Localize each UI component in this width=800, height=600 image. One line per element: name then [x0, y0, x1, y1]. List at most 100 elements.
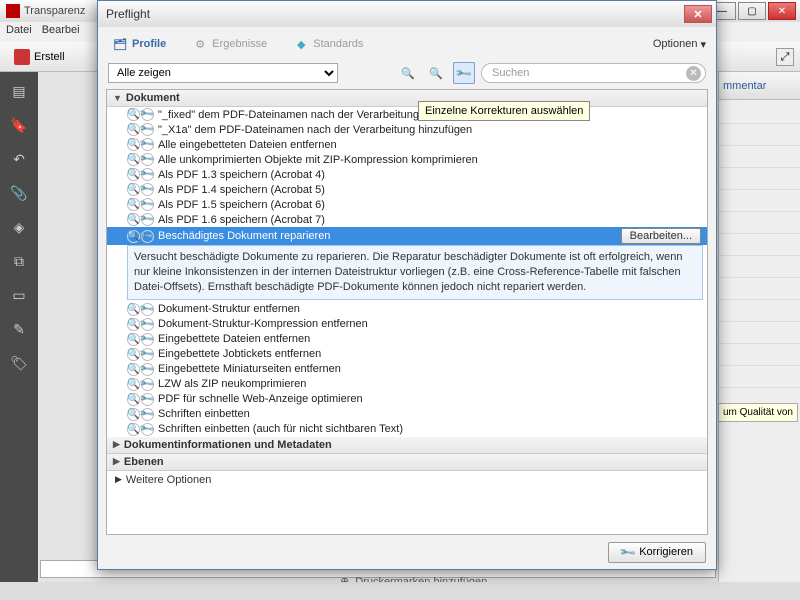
group-docinfo[interactable]: ▶ Dokumentinformationen und Metadaten: [107, 437, 707, 454]
fixup-item-icons: 🔍🔧: [127, 213, 154, 226]
magnifier-icon: 🔍: [127, 183, 140, 196]
show-filter-select[interactable]: Alle zeigen: [108, 63, 338, 83]
comment-tab[interactable]: mmentar: [719, 72, 800, 100]
expand-icon[interactable]: ⤢: [776, 48, 794, 66]
list-item[interactable]: [719, 278, 800, 300]
fixup-item-icons: 🔍🔧: [127, 153, 154, 166]
chevron-down-icon: ▼: [113, 93, 122, 103]
tag-icon[interactable]: 🏷: [10, 354, 28, 372]
list-item[interactable]: [719, 256, 800, 278]
fixup-item-label: PDF für schnelle Web-Anzeige optimieren: [158, 393, 363, 405]
fixup-item-icons: 🔍🔧: [127, 230, 154, 243]
list-item[interactable]: [719, 322, 800, 344]
filter-button-1[interactable]: 🔍: [397, 62, 419, 84]
fixup-item[interactable]: 🔍🔧Als PDF 1.3 speichern (Acrobat 4): [107, 167, 707, 182]
wrench-icon: 🔧: [138, 345, 156, 363]
filter-single-fixups-button[interactable]: 🔧: [453, 62, 475, 84]
fixup-item-icons: 🔍🔧: [127, 198, 154, 211]
wrench-icon: 🔧: [138, 420, 156, 438]
close-button[interactable]: ✕: [768, 2, 796, 20]
magnifier-icon: 🔍: [429, 67, 443, 80]
chevron-right-icon: ▶: [115, 474, 122, 485]
fixup-item[interactable]: 🔍🔧Alle unkomprimierten Objekte mit ZIP-K…: [107, 152, 707, 167]
options-menu[interactable]: Optionen ▾: [653, 38, 706, 51]
main-title: Transparenz: [24, 5, 85, 17]
wrench-icon: 🔧: [138, 227, 156, 245]
create-pdf-button[interactable]: Erstell: [8, 47, 71, 67]
fixup-item-icons: 🔍🔧: [127, 333, 154, 346]
list-item[interactable]: [719, 168, 800, 190]
document-icon[interactable]: ▭: [10, 286, 28, 304]
fixup-item-label: Als PDF 1.5 speichern (Acrobat 6): [158, 199, 325, 211]
menu-file[interactable]: Datei: [6, 24, 32, 40]
list-item[interactable]: [719, 102, 800, 124]
menu-edit[interactable]: Bearbei: [42, 24, 80, 40]
dialog-tabs: 🗂 Profile ⚙ Ergebnisse ◆ Standards Optio…: [98, 27, 716, 57]
fixup-item[interactable]: 🔍🔧 Als PDF 1.5 speichern (Acrobat 6): [107, 197, 707, 212]
fixup-item-icons: 🔍🔧: [127, 423, 154, 436]
fixup-item[interactable]: 🔍🔧Alle eingebetteten Dateien entfernen: [107, 137, 707, 152]
fixup-item[interactable]: 🔍🔧Als PDF 1.6 speichern (Acrobat 7): [107, 212, 707, 227]
magnifier-icon: 🔍: [127, 168, 140, 181]
wrench-icon: 🔧: [455, 64, 474, 83]
layers-icon[interactable]: ◈: [10, 218, 28, 236]
list-item[interactable]: [719, 190, 800, 212]
fixup-item-label: Eingebettete Dateien entfernen: [158, 333, 310, 345]
tab-standards[interactable]: ◆ Standards: [289, 33, 367, 55]
fixup-item[interactable]: 🔍🔧Dokument-Struktur-Kompression entferne…: [107, 317, 707, 332]
dialog-title: Preflight: [106, 7, 150, 21]
profile-icon: 🗂: [112, 36, 128, 52]
list-item[interactable]: [719, 234, 800, 256]
list-item[interactable]: [719, 146, 800, 168]
dialog-close-button[interactable]: ✕: [684, 5, 712, 23]
fix-button[interactable]: 🔧 Korrigieren: [608, 542, 706, 563]
undo-icon[interactable]: ↶: [10, 150, 28, 168]
tab-results[interactable]: ⚙ Ergebnisse: [188, 33, 271, 55]
flatten-icon[interactable]: ⧉: [10, 252, 28, 270]
maximize-button[interactable]: ▢: [738, 2, 766, 20]
bookmark-icon[interactable]: 🔖: [10, 116, 28, 134]
fixup-item[interactable]: 🔍🔧Dokument-Struktur entfernen: [107, 302, 707, 317]
filter-button-2[interactable]: 🔍: [425, 62, 447, 84]
pages-icon[interactable]: ▤: [10, 82, 28, 100]
fixup-item[interactable]: 🔍🔧Eingebettete Miniaturseiten entfernen: [107, 362, 707, 377]
fixup-item[interactable]: 🔍🔧LZW als ZIP neukomprimieren: [107, 377, 707, 392]
fixup-item-label: Als PDF 1.4 speichern (Acrobat 5): [158, 184, 325, 196]
list-item[interactable]: [719, 300, 800, 322]
more-options[interactable]: ▶ Weitere Optionen: [107, 471, 707, 489]
search-field[interactable]: Suchen ✕: [481, 63, 706, 83]
magnifier-icon: 🔍: [127, 213, 140, 226]
fixup-item[interactable]: 🔍🔧Schriften einbetten (auch für nicht si…: [107, 422, 707, 437]
group-document[interactable]: ▼ Dokument: [107, 90, 707, 107]
attach-icon[interactable]: 📎: [10, 184, 28, 202]
fixup-item-icons: 🔍🔧: [127, 408, 154, 421]
fixup-item[interactable]: 🔍🔧 PDF für schnelle Web-Anzeige optimiere…: [107, 392, 707, 407]
quality-tooltip: um Qualität von: [718, 403, 798, 422]
fixup-item[interactable]: 🔍🔧Eingebettete Jobtickets entfernen: [107, 347, 707, 362]
fixup-item[interactable]: 🔍🔧 Eingebettete Dateien entfernen: [107, 332, 707, 347]
fixup-item-icons: 🔍🔧: [127, 138, 154, 151]
fixup-item-label: Beschädigtes Dokument reparieren: [158, 230, 330, 242]
fixup-item-selected[interactable]: 🔍🔧 Beschädigtes Dokument reparieren Bear…: [107, 227, 707, 245]
fixup-item-icons: 🔍🔧: [127, 393, 154, 406]
clear-search-icon[interactable]: ✕: [686, 66, 701, 81]
fixup-item[interactable]: 🔍🔧"_X1a" dem PDF-Dateinamen nach der Ver…: [107, 122, 707, 137]
list-item[interactable]: [719, 124, 800, 146]
list-item[interactable]: [719, 366, 800, 388]
edit-button[interactable]: Bearbeiten...: [621, 228, 701, 244]
main-window-controls: — ▢ ✕: [708, 2, 796, 20]
list-item[interactable]: [719, 344, 800, 366]
wrench-icon: 🔧: [138, 390, 156, 408]
wrench-icon: 🔧: [138, 375, 156, 393]
fixup-item[interactable]: 🔍🔧"_fixed" dem PDF-Dateinamen nach der V…: [107, 107, 707, 122]
fixup-item[interactable]: 🔍🔧 Schriften einbetten: [107, 407, 707, 422]
fixup-item-label: LZW als ZIP neukomprimieren: [158, 378, 306, 390]
fixup-item-label: Dokument-Struktur entfernen: [158, 303, 300, 315]
signature-icon[interactable]: ✎: [10, 320, 28, 338]
fixup-item[interactable]: 🔍🔧Als PDF 1.4 speichern (Acrobat 5): [107, 182, 707, 197]
tab-profile[interactable]: 🗂 Profile: [108, 33, 170, 55]
group-layers[interactable]: ▶ Ebenen: [107, 454, 707, 471]
fixups-tree[interactable]: ▼ Dokument 🔍🔧"_fixed" dem PDF-Dateinamen…: [106, 89, 708, 535]
fixup-item-label: Schriften einbetten: [158, 408, 250, 420]
list-item[interactable]: [719, 212, 800, 234]
